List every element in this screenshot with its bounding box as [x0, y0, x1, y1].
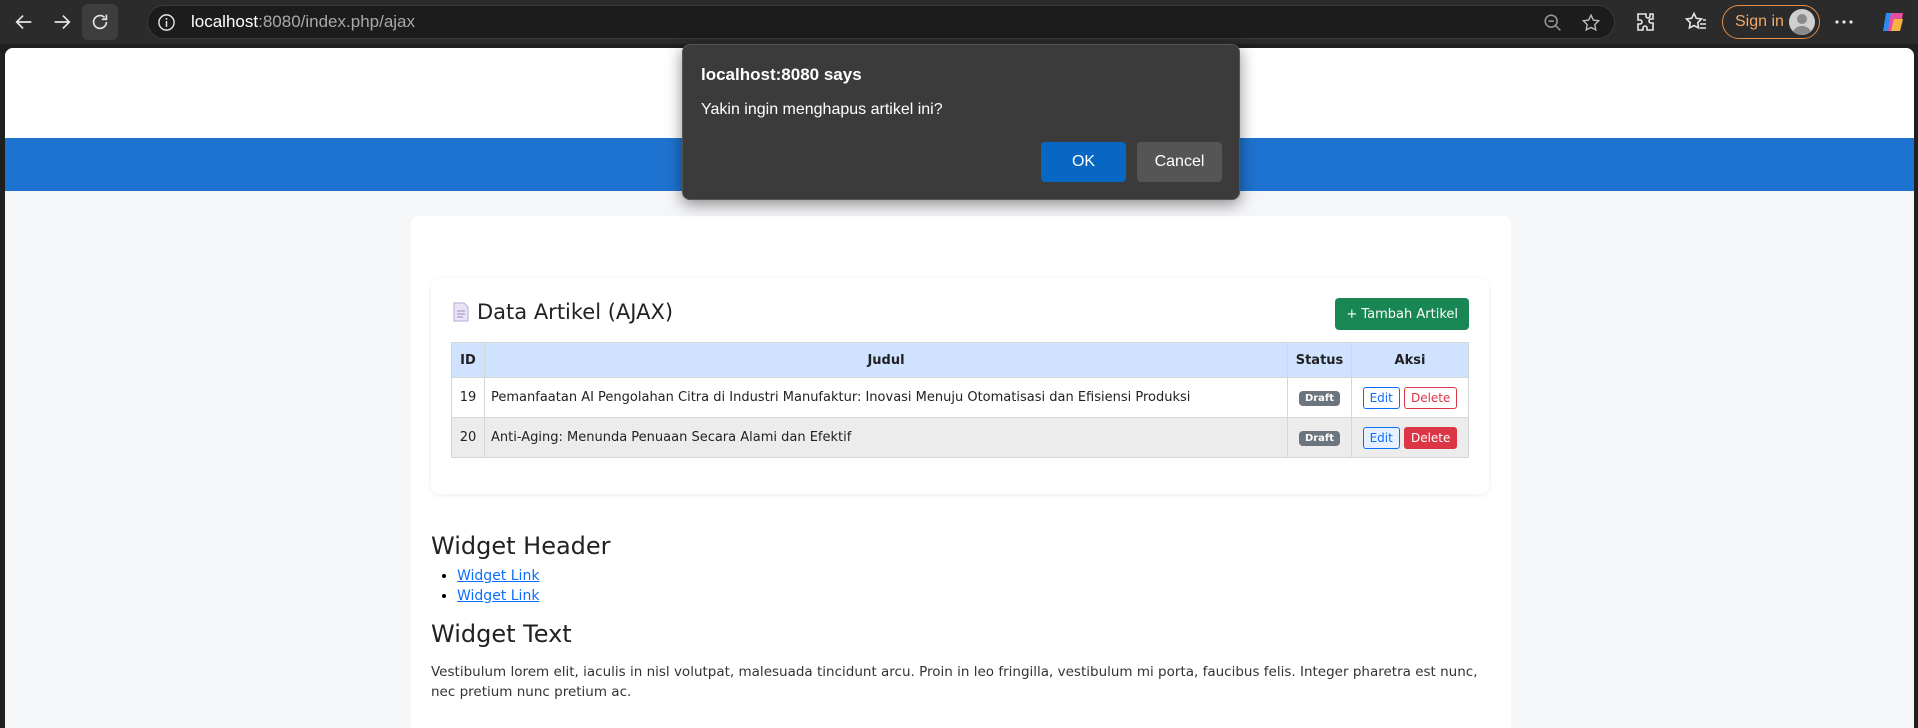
table-row: 20 Anti-Aging: Menunda Penuaan Secara Al… — [451, 417, 1469, 458]
dialog-title: localhost:8080 says — [701, 65, 862, 84]
card-title-text: Data Artikel (AJAX) — [477, 300, 674, 324]
col-header-judul: Judul — [484, 342, 1288, 378]
url-text[interactable]: localhost:8080/index.php/ajax — [191, 12, 415, 32]
add-article-button[interactable]: + Tambah Artikel — [1335, 298, 1469, 330]
site-info-icon[interactable] — [156, 12, 176, 32]
refresh-button[interactable] — [82, 4, 118, 40]
back-icon — [15, 14, 32, 30]
ok-button[interactable]: OK — [1041, 142, 1126, 182]
col-header-status: Status — [1287, 342, 1352, 378]
table-row: 19 Pemanfaatan AI Pengolahan Citra di In… — [451, 377, 1469, 418]
col-header-aksi: Aksi — [1351, 342, 1469, 378]
widget-header-title: Widget Header — [431, 532, 611, 560]
document-icon — [453, 302, 469, 322]
list-item: Widget Link — [457, 568, 539, 588]
zoom-icon[interactable] — [1542, 12, 1564, 34]
col-header-id: ID — [451, 342, 485, 378]
widget-link[interactable]: Widget Link — [457, 588, 539, 604]
edit-button[interactable]: Edit — [1362, 426, 1400, 449]
forward-button[interactable] — [44, 4, 80, 40]
widget-text-title: Widget Text — [431, 620, 572, 648]
cancel-button[interactable]: Cancel — [1137, 142, 1222, 182]
widget-links: Widget Link Widget Link — [457, 568, 539, 608]
forward-icon — [54, 14, 71, 30]
widget-link[interactable]: Widget Link — [457, 568, 539, 584]
status-badge: Draft — [1298, 430, 1341, 446]
confirm-dialog: localhost:8080 says Yakin ingin menghapu… — [682, 44, 1240, 200]
favorites-icon[interactable] — [1684, 10, 1708, 34]
cell-title: Anti-Aging: Menunda Penuaan Secara Alami… — [484, 417, 1288, 458]
more-icon[interactable] — [1832, 10, 1856, 34]
cell-status: Draft — [1287, 377, 1352, 418]
address-bar[interactable]: localhost:8080/index.php/ajax — [147, 5, 1615, 39]
widget-text-body: Vestibulum lorem elit, iaculis in nisl v… — [431, 664, 1478, 700]
cell-actions: Edit Delete — [1351, 417, 1469, 458]
url-host: localhost — [191, 12, 259, 31]
delete-button[interactable]: Delete — [1403, 386, 1458, 409]
url-path: :8080/index.php/ajax — [258, 12, 416, 31]
profile-avatar-icon — [1789, 9, 1815, 35]
cell-id: 20 — [451, 417, 485, 458]
favorite-star-icon[interactable] — [1580, 12, 1602, 34]
cell-status: Draft — [1287, 417, 1352, 458]
delete-button[interactable]: Delete — [1403, 426, 1458, 449]
extensions-icon[interactable] — [1634, 10, 1658, 34]
cell-actions: Edit Delete — [1351, 377, 1469, 418]
articles-card: Data Artikel (AJAX) + Tambah Artikel ID … — [431, 278, 1489, 494]
browser-toolbar: localhost:8080/index.php/ajax Sign in — [0, 0, 1918, 44]
edit-button[interactable]: Edit — [1362, 386, 1400, 409]
cell-title: Pemanfaatan AI Pengolahan Citra di Indus… — [484, 377, 1288, 418]
cell-id: 19 — [451, 377, 485, 418]
sign-in-label: Sign in — [1735, 13, 1784, 30]
dialog-message: Yakin ingin menghapus artikel ini? — [701, 101, 943, 118]
copilot-icon[interactable] — [1880, 9, 1906, 35]
sign-in-button[interactable]: Sign in — [1722, 5, 1820, 39]
refresh-icon — [92, 14, 108, 30]
main-container: Data Artikel (AJAX) + Tambah Artikel ID … — [411, 216, 1511, 728]
card-title: Data Artikel (AJAX) — [453, 300, 673, 324]
articles-table: ID Judul Status Aksi 19 Pemanfaatan AI P… — [451, 342, 1469, 458]
status-badge: Draft — [1298, 390, 1341, 406]
list-item: Widget Link — [457, 588, 539, 608]
back-button[interactable] — [6, 4, 42, 40]
